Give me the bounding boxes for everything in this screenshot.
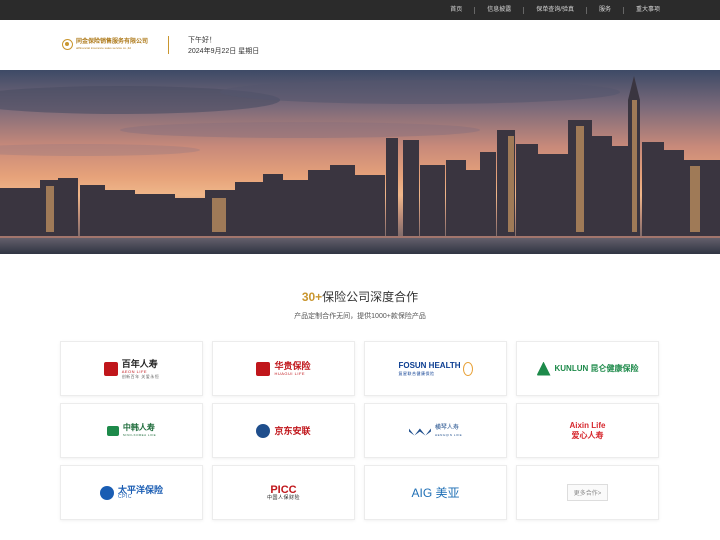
current-date: 2024年9月22日 星期日 bbox=[188, 48, 260, 55]
nav-home[interactable]: 首页 bbox=[438, 0, 474, 20]
kunlun-icon bbox=[536, 361, 551, 376]
partner-name: 百年人寿 bbox=[121, 358, 158, 369]
partner-card[interactable]: KUNLUN 昆仑健康保险 bbox=[516, 341, 659, 396]
partners-count: 30+ bbox=[301, 290, 323, 304]
site-header: 同金保险销售服务有限公司 allfinancial insurance sale… bbox=[0, 20, 720, 70]
partner-card[interactable]: 华贵保险 HUAGUI LIFE bbox=[212, 341, 355, 396]
city-skyline-image bbox=[0, 76, 720, 254]
partner-name: FOSUN HEALTH bbox=[398, 361, 461, 370]
nav-policy-query[interactable]: 保单查询/验真 bbox=[524, 0, 586, 20]
partner-name: 横琴人寿 bbox=[434, 425, 459, 431]
partners-subtitle: 产品定制合作无间，提供1000+款保险产品 bbox=[294, 313, 426, 320]
partner-tagline: 创新百年 关爱永恒 bbox=[121, 373, 160, 379]
partner-name: Aixin Life 爱心人寿 bbox=[569, 420, 606, 440]
cpic-icon bbox=[99, 485, 114, 500]
partner-card[interactable]: 京东安联 bbox=[212, 403, 355, 458]
company-logo[interactable]: 同金保险销售服务有限公司 allfinancial insurance sale… bbox=[62, 39, 148, 50]
partner-name: AIG 美亚 bbox=[411, 485, 460, 500]
partner-name: 京东安联 bbox=[274, 425, 311, 436]
greeting-block: 下午好！ 2024年9月22日 星期日 bbox=[188, 35, 259, 57]
partner-card[interactable]: AIG 美亚 bbox=[364, 465, 507, 520]
partner-card[interactable]: Aixin Life 爱心人寿 bbox=[516, 403, 659, 458]
partner-name: KUNLUN 昆仑健康保险 bbox=[554, 363, 639, 373]
top-nav-bar: 首页 信息披露 保单查询/验真 服务 重大事项 bbox=[0, 0, 720, 20]
partners-title-text: 保险公司深度合作 bbox=[322, 290, 419, 304]
nav-major-events[interactable]: 重大事项 bbox=[624, 0, 672, 20]
huagui-icon bbox=[256, 361, 271, 376]
partner-logo-grid: 百年人寿 AEON LIFE 创新百年 关爱永恒 华贵保险 HUAGUI LIF… bbox=[60, 341, 659, 520]
partner-card[interactable]: 横琴人寿 HENGQIN LIFE bbox=[364, 403, 507, 458]
sino-korea-icon bbox=[106, 425, 119, 436]
hengqin-icon bbox=[408, 428, 431, 436]
partners-title: 30+保险公司深度合作 bbox=[0, 288, 720, 305]
partner-name-en: SINO-KOREA LIFE bbox=[122, 433, 157, 437]
fosun-icon bbox=[462, 361, 473, 376]
jd-allianz-icon bbox=[256, 423, 271, 438]
partner-name-en: HUAGUI LIFE bbox=[274, 371, 306, 376]
nav-disclosure[interactable]: 信息披露 bbox=[475, 0, 523, 20]
company-name: 同金保险销售服务有限公司 bbox=[76, 39, 149, 45]
partner-card[interactable]: 中韩人寿 SINO-KOREA LIFE bbox=[60, 403, 203, 458]
top-nav: 首页 信息披露 保单查询/验真 服务 重大事项 bbox=[438, 0, 672, 20]
partner-name-en: CPIC bbox=[117, 494, 132, 500]
partner-name: 中韩人寿 bbox=[122, 423, 155, 432]
partner-card[interactable]: 百年人寿 AEON LIFE 创新百年 关爱永恒 bbox=[60, 341, 203, 396]
company-name-en: allfinancial insurance sales service co.… bbox=[76, 46, 131, 50]
hero-banner bbox=[0, 70, 720, 254]
partner-name-en: 中国人保财险 bbox=[266, 495, 300, 501]
greeting-text: 下午好！ bbox=[188, 37, 216, 44]
partner-card[interactable]: FOSUN HEALTH 复星联合健康保险 bbox=[364, 341, 507, 396]
partner-card[interactable]: 太平洋保险 CPIC bbox=[60, 465, 203, 520]
company-logo-icon bbox=[62, 39, 73, 50]
more-partners-card[interactable]: 更多合作> bbox=[516, 465, 659, 520]
header-divider bbox=[168, 36, 169, 54]
partner-name-en: HENGQIN LIFE bbox=[434, 433, 463, 437]
more-partners-button[interactable]: 更多合作> bbox=[566, 484, 609, 501]
nav-service[interactable]: 服务 bbox=[587, 0, 623, 20]
partner-name: 华贵保险 bbox=[274, 361, 311, 371]
aeon-life-icon bbox=[103, 361, 118, 376]
partner-name-en: 复星联合健康保险 bbox=[398, 371, 435, 376]
partner-card[interactable]: PICC 中国人保财险 bbox=[212, 465, 355, 520]
